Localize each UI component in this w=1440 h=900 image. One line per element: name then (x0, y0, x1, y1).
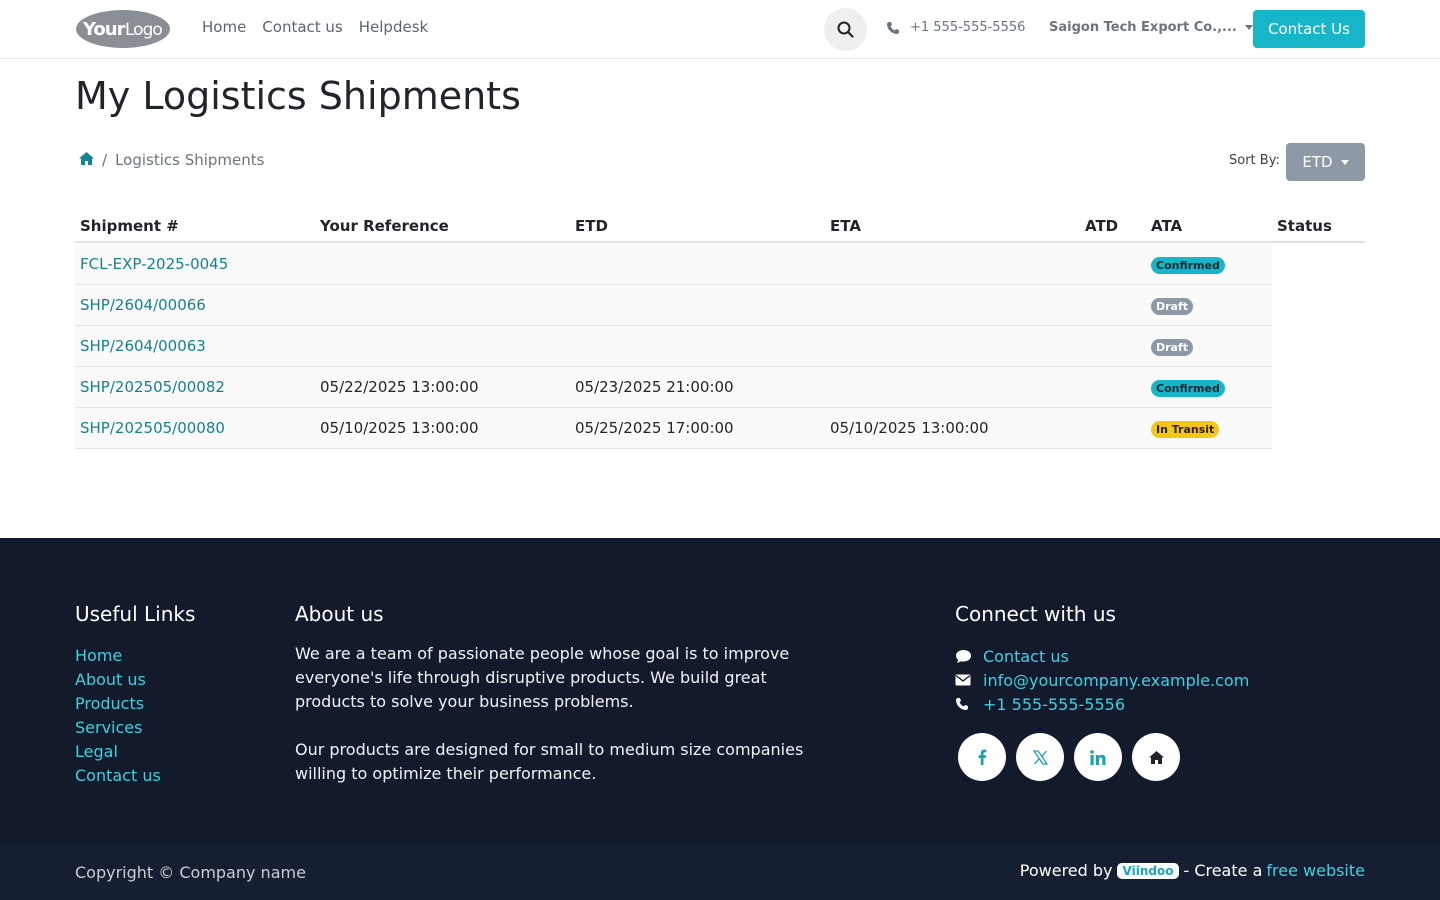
status-badge: Confirmed (1151, 380, 1225, 397)
page-title: My Logistics Shipments (75, 74, 521, 118)
powered-by-label: Powered by (1019, 861, 1113, 880)
connect-title: Connect with us (955, 602, 1116, 626)
facebook-icon (978, 749, 987, 765)
col-atd[interactable]: ATD (1085, 217, 1118, 235)
home-icon (1148, 750, 1164, 764)
reference-cell: 05/22/2025 13:00:00 (320, 378, 479, 396)
viindoo-logo[interactable]: Viindoo (1116, 862, 1180, 879)
shipment-link[interactable]: SHP/2604/00063 (80, 337, 206, 355)
copyright-text: Copyright © Company name (75, 863, 306, 882)
phone-icon (887, 21, 899, 34)
linkedin-button[interactable] (1074, 733, 1122, 781)
footer-link-legal[interactable]: Legal (75, 740, 161, 764)
nav-helpdesk[interactable]: Helpdesk (359, 18, 428, 36)
col-reference[interactable]: Your Reference (320, 217, 449, 235)
connect-email[interactable]: info@yourcompany.example.com (955, 668, 1249, 692)
shipment-link[interactable]: SHP/202505/00080 (80, 419, 225, 437)
etd-cell: 05/23/2025 21:00:00 (575, 378, 734, 396)
about-paragraph: We are a team of passionate people whose… (295, 644, 790, 711)
breadcrumb: / Logistics Shipments (79, 151, 264, 169)
shipments-table: FCL-EXP-2025-0045 Confirmed SHP/2604/000… (75, 244, 1272, 449)
search-button[interactable] (824, 8, 867, 51)
col-shipment[interactable]: Shipment # (80, 217, 179, 235)
x-twitter-button[interactable] (1016, 733, 1064, 781)
col-ata[interactable]: ATA (1151, 217, 1182, 235)
create-text: - Create a (1183, 861, 1263, 880)
copyright-bar: Copyright © Company name Powered by Viin… (0, 842, 1440, 900)
company-logo[interactable]: Your Logo (75, 9, 171, 49)
linkedin-icon (1090, 749, 1106, 765)
etd-cell: 05/25/2025 17:00:00 (575, 419, 734, 437)
col-eta[interactable]: ETA (830, 217, 861, 235)
table-row[interactable]: SHP/202505/00080 05/10/2025 13:00:00 05/… (75, 408, 1272, 449)
facebook-button[interactable] (958, 733, 1006, 781)
social-links (958, 733, 1180, 781)
useful-links: Home About us Products Services Legal Co… (75, 644, 161, 788)
useful-links-title: Useful Links (75, 602, 196, 626)
connect-contact-text: Contact us (983, 646, 1069, 666)
svg-text:Logo: Logo (125, 20, 162, 40)
chevron-down-icon (1340, 159, 1349, 165)
nav-contact-us[interactable]: Contact us (262, 18, 342, 36)
home-icon (79, 152, 94, 165)
chevron-down-icon (1244, 25, 1253, 30)
connect-email-text: info@yourcompany.example.com (983, 670, 1250, 690)
site-footer: Useful Links Home About us Products Serv… (0, 538, 1440, 842)
table-row[interactable]: SHP/202505/00082 05/22/2025 13:00:00 05/… (75, 367, 1272, 408)
footer-link-products[interactable]: Products (75, 692, 161, 716)
connect-list: Contact us info@yourcompany.example.com … (955, 644, 1249, 716)
website-home-button[interactable] (1132, 733, 1180, 781)
sort-label: Sort By: (1229, 153, 1280, 168)
eta-cell: 05/10/2025 13:00:00 (830, 419, 989, 437)
breadcrumb-current: Logistics Shipments (115, 151, 265, 169)
company-name: Saigon Tech Export Co.,... (1049, 20, 1237, 35)
status-badge: Confirmed (1151, 257, 1225, 274)
powered-by: Powered by Viindoo - Create a free websi… (1020, 861, 1365, 880)
about-paragraph: Our products are designed for small to m… (295, 740, 804, 783)
shipment-link[interactable]: FCL-EXP-2025-0045 (80, 255, 228, 273)
status-badge: In Transit (1151, 421, 1220, 438)
free-website-link[interactable]: free website (1266, 861, 1365, 880)
sort-dropdown[interactable]: ETD (1286, 143, 1365, 181)
main-nav: Home Contact us Helpdesk (202, 18, 428, 36)
col-status[interactable]: Status (1277, 217, 1332, 235)
comment-icon (955, 649, 983, 664)
breadcrumb-separator: / (102, 151, 108, 169)
connect-phone-text: +1 555-555-5556 (983, 694, 1126, 714)
header-phone-text: +1 555-555-5556 (910, 20, 1026, 35)
contact-us-button[interactable]: Contact Us (1253, 10, 1365, 48)
footer-link-home[interactable]: Home (75, 644, 161, 668)
phone-icon (955, 697, 983, 711)
about-text: We are a team of passionate people whose… (295, 642, 825, 786)
table-row[interactable]: SHP/2604/00063 Draft (75, 326, 1272, 367)
footer-link-about[interactable]: About us (75, 668, 161, 692)
shipment-link[interactable]: SHP/2604/00066 (80, 296, 206, 314)
nav-home[interactable]: Home (202, 18, 246, 36)
col-etd[interactable]: ETD (575, 217, 608, 235)
svg-text:Your: Your (82, 19, 126, 40)
sort-value: ETD (1302, 153, 1333, 171)
site-header: Your Logo Home Contact us Helpdesk +1 55… (0, 0, 1440, 59)
x-twitter-icon (1032, 749, 1048, 765)
shipment-link[interactable]: SHP/202505/00082 (80, 378, 225, 396)
about-title: About us (295, 602, 384, 626)
header-phone[interactable]: +1 555-555-5556 (886, 20, 1025, 35)
connect-phone[interactable]: +1 555-555-5556 (955, 692, 1249, 716)
status-badge: Draft (1151, 298, 1194, 315)
table-header: Shipment # Your Reference ETD ETA ATD AT… (75, 209, 1365, 243)
footer-link-contact[interactable]: Contact us (75, 764, 161, 788)
status-badge: Draft (1151, 339, 1194, 356)
connect-contact[interactable]: Contact us (955, 644, 1249, 668)
reference-cell: 05/10/2025 13:00:00 (320, 419, 479, 437)
footer-link-services[interactable]: Services (75, 716, 161, 740)
breadcrumb-home[interactable] (79, 151, 94, 169)
company-switcher[interactable]: Saigon Tech Export Co.,... (1049, 20, 1253, 35)
search-icon (837, 21, 854, 38)
table-row[interactable]: FCL-EXP-2025-0045 Confirmed (75, 244, 1272, 285)
logo-image: Your Logo (76, 10, 170, 48)
table-row[interactable]: SHP/2604/00066 Draft (75, 285, 1272, 326)
envelope-icon (955, 674, 983, 686)
